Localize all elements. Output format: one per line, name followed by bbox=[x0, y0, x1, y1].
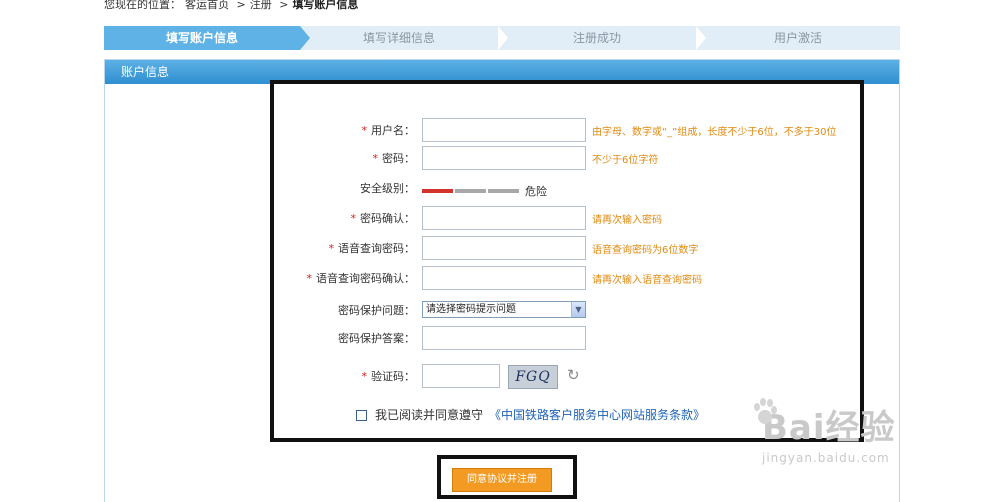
strength-text: 危险 bbox=[525, 185, 547, 198]
security-answer-label: 密码保护答案： bbox=[338, 332, 415, 345]
password-confirm-hint: 请再次输入密码 bbox=[592, 215, 662, 226]
agreement-row: 我已阅读并同意遵守 《中国铁路客户服务中心网站服务条款》 bbox=[356, 406, 705, 423]
required-mark: * bbox=[328, 242, 335, 255]
strength-bar-3 bbox=[488, 189, 519, 193]
captcha-label: * 验证码： bbox=[361, 370, 416, 383]
strength-bar-1 bbox=[422, 189, 453, 193]
password-confirm-input[interactable] bbox=[422, 206, 586, 230]
security-question-select[interactable]: 请选择密码提示问题 ▼ bbox=[422, 301, 586, 318]
security-level-row: 安全级别： 危险 bbox=[280, 176, 880, 200]
voice-password-confirm-label: * 语音查询密码确认： bbox=[306, 272, 416, 285]
baidu-jingyan-watermark: Bai经验 jingyan.baidu.com bbox=[754, 398, 896, 465]
voice-password-hint: 语音查询密码为6位数字 bbox=[592, 245, 699, 256]
voice-password-row: * 语音查询密码： 语音查询密码为6位数字 bbox=[280, 236, 880, 260]
step-separator bbox=[498, 26, 508, 50]
security-question-label: 密码保护问题： bbox=[338, 304, 415, 317]
voice-password-input[interactable] bbox=[422, 236, 586, 260]
agreement-text: 我已阅读并同意遵守 bbox=[375, 408, 484, 422]
required-mark: * bbox=[361, 370, 368, 383]
password-input[interactable] bbox=[422, 146, 586, 170]
breadcrumb-home-link[interactable]: 客运首页 bbox=[185, 0, 229, 11]
step-separator bbox=[696, 26, 706, 50]
password-row: * 密码： 不少于6位字符 bbox=[280, 146, 880, 170]
terms-link[interactable]: 《中国铁路客户服务中心网站服务条款》 bbox=[489, 408, 705, 422]
breadcrumb: 您现在的位置： 客运首页 > 注册 > 填写账户信息 bbox=[104, 0, 362, 12]
security-question-selected: 请选择密码提示问题 bbox=[426, 304, 516, 315]
required-mark: * bbox=[350, 212, 357, 225]
breadcrumb-current: 填写账户信息 bbox=[292, 0, 359, 11]
agree-register-button[interactable]: 同意协议并注册 bbox=[452, 468, 552, 492]
breadcrumb-separator: > bbox=[279, 0, 289, 11]
watermark-url: jingyan.baidu.com bbox=[762, 451, 890, 465]
chevron-down-icon[interactable]: ▼ bbox=[571, 302, 585, 317]
step-4: 用户激活 bbox=[696, 26, 900, 50]
username-input[interactable] bbox=[422, 118, 586, 142]
security-answer-row: 密码保护答案： bbox=[280, 326, 880, 350]
breadcrumb-register-link[interactable]: 注册 bbox=[250, 0, 272, 11]
breadcrumb-prefix: 您现在的位置： bbox=[104, 0, 181, 11]
captcha-input[interactable] bbox=[422, 364, 500, 388]
voice-password-confirm-row: * 语音查询密码确认： 请再次输入语音查询密码 bbox=[280, 266, 880, 290]
security-question-row: 密码保护问题： 请选择密码提示问题 ▼ bbox=[280, 298, 880, 322]
security-answer-input[interactable] bbox=[422, 326, 586, 350]
captcha-image[interactable]: FGQ bbox=[508, 365, 558, 389]
required-mark: * bbox=[361, 124, 368, 137]
password-hint: 不少于6位字符 bbox=[592, 155, 659, 166]
step-2: 填写详细信息 bbox=[300, 26, 498, 50]
required-mark: * bbox=[306, 272, 313, 285]
captcha-row: * 验证码： FGQ ↻ bbox=[280, 364, 880, 389]
password-label: * 密码： bbox=[372, 152, 416, 165]
refresh-icon[interactable]: ↻ bbox=[567, 366, 580, 384]
voice-password-confirm-input[interactable] bbox=[422, 266, 586, 290]
progress-steps: 填写详细信息 注册成功 用户激活 填写账户信息 bbox=[104, 26, 900, 50]
breadcrumb-separator: > bbox=[236, 0, 246, 11]
voice-password-confirm-hint: 请再次输入语音查询密码 bbox=[592, 275, 702, 286]
voice-password-label: * 语音查询密码： bbox=[328, 242, 416, 255]
step-1-active: 填写账户信息 bbox=[104, 26, 310, 50]
watermark-brand: Bai经验 bbox=[762, 408, 896, 448]
paw-icon bbox=[754, 398, 777, 424]
security-level-label: 安全级别： bbox=[360, 182, 415, 195]
password-confirm-row: * 密码确认： 请再次输入密码 bbox=[280, 206, 880, 230]
username-row: * 用户名： 由字母、数字或“_”组成，长度不少于6位，不多于30位 bbox=[280, 118, 880, 142]
password-strength-meter: 危险 bbox=[422, 183, 547, 199]
agreement-checkbox[interactable] bbox=[356, 410, 367, 421]
username-label: * 用户名： bbox=[361, 124, 416, 137]
password-confirm-label: * 密码确认： bbox=[350, 212, 416, 225]
username-hint: 由字母、数字或“_”组成，长度不少于6位，不多于30位 bbox=[592, 127, 837, 138]
required-mark: * bbox=[372, 152, 379, 165]
step-3: 注册成功 bbox=[498, 26, 696, 50]
strength-bar-2 bbox=[455, 189, 486, 193]
